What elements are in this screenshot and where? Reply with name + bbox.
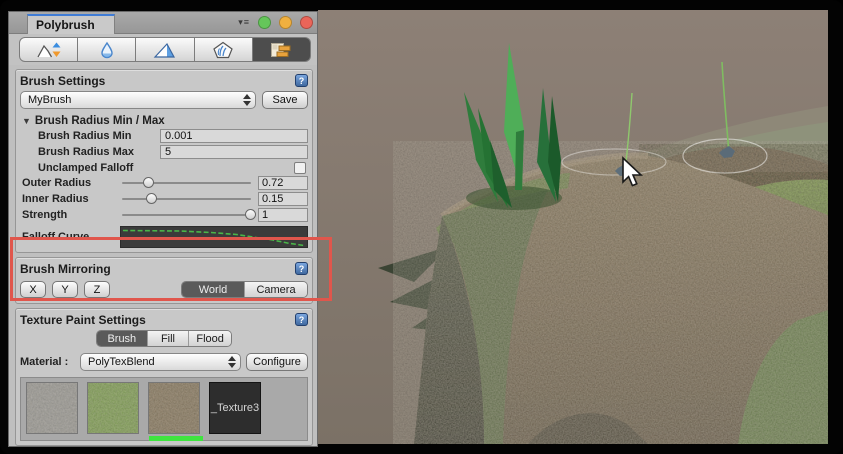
radius-max-label: Brush Radius Max: [20, 146, 160, 158]
brush-preset-dropdown[interactable]: MyBrush: [20, 91, 256, 109]
mirror-space-camera[interactable]: Camera: [244, 282, 307, 297]
brush-settings-section: Brush Settings ? MyBrush Save ▼ Brush Ra…: [15, 69, 313, 253]
help-icon[interactable]: ?: [295, 74, 308, 87]
texture-swatch-stone[interactable]: [26, 382, 78, 434]
mirror-space-toggle: World Camera: [181, 281, 308, 298]
brush-settings-title: Brush Settings: [20, 74, 295, 88]
radius-foldout-label: Brush Radius Min / Max: [35, 115, 165, 127]
texture3-label: _Texture3: [211, 402, 259, 414]
paint-triangle-icon: [152, 41, 178, 59]
outer-radius-label: Outer Radius: [20, 177, 120, 189]
slider-thumb[interactable]: [146, 193, 157, 204]
paint-mode-tabs: Brush Fill Flood: [96, 330, 232, 347]
mode-flood-tab[interactable]: Flood: [188, 331, 231, 346]
unclamped-falloff-label: Unclamped Falloff: [20, 162, 294, 174]
tool-paint-button[interactable]: [136, 37, 194, 62]
tool-smooth-button[interactable]: [78, 37, 136, 62]
radius-foldout[interactable]: ▼ Brush Radius Min / Max: [20, 113, 308, 128]
inner-radius-value[interactable]: 0.15: [258, 192, 308, 206]
texture-blend-icon: [268, 41, 294, 59]
falloff-curve-icon: [121, 227, 307, 247]
brush-mirroring-section: Brush Mirroring ? X Y Z World Camera: [15, 257, 313, 304]
window-button-yellow[interactable]: [279, 16, 292, 29]
falloff-curve-label: Falloff Curve: [20, 231, 120, 243]
sculpt-icon: [36, 41, 62, 59]
inner-radius-slider[interactable]: [122, 193, 251, 205]
polybrush-panel: Polybrush ▾≡: [8, 11, 318, 447]
mirror-space-world[interactable]: World: [182, 282, 244, 297]
help-icon[interactable]: ?: [295, 262, 308, 275]
material-dropdown[interactable]: PolyTexBlend: [80, 353, 241, 371]
unclamped-falloff-checkbox[interactable]: [294, 162, 306, 174]
outer-radius-slider[interactable]: [122, 177, 251, 189]
foldout-triangle-icon: ▼: [22, 116, 31, 126]
save-button[interactable]: Save: [262, 91, 308, 109]
texture-strength-bar: [149, 436, 203, 441]
popup-stepper-icon: [228, 356, 236, 368]
mode-fill-tab[interactable]: Fill: [147, 331, 189, 346]
tool-sculpt-button[interactable]: [19, 37, 78, 62]
tab-polybrush[interactable]: Polybrush: [27, 14, 115, 34]
strength-value[interactable]: 1: [258, 208, 308, 222]
material-label: Material :: [20, 356, 80, 368]
slider-thumb[interactable]: [143, 177, 154, 188]
mode-brush-tab[interactable]: Brush: [97, 331, 147, 346]
window-button-green[interactable]: [258, 16, 271, 29]
mirror-z-button[interactable]: Z: [84, 281, 110, 298]
outer-radius-value[interactable]: 0.72: [258, 176, 308, 190]
falloff-curve-preview[interactable]: [120, 226, 308, 248]
pentagon-grass-icon: [210, 41, 236, 59]
panel-titlebar: Polybrush ▾≡: [9, 12, 317, 34]
scene-viewport[interactable]: [318, 10, 828, 444]
radius-min-field[interactable]: 0.001: [160, 129, 308, 143]
tool-scatter-button[interactable]: [195, 37, 253, 62]
radius-max-field[interactable]: 5: [160, 145, 308, 159]
help-icon[interactable]: ?: [295, 313, 308, 326]
material-value: PolyTexBlend: [88, 356, 228, 368]
radius-min-label: Brush Radius Min: [20, 130, 160, 142]
mirror-y-button[interactable]: Y: [52, 281, 78, 298]
window-button-red[interactable]: [300, 16, 313, 29]
tool-texture-blend-button[interactable]: [253, 37, 311, 62]
texture-paint-title: Texture Paint Settings: [20, 313, 295, 327]
texture-swatch-dirt[interactable]: [148, 382, 200, 434]
brush-preset-value: MyBrush: [28, 94, 243, 106]
texture-paint-section: Texture Paint Settings ? Brush Fill Floo…: [15, 308, 313, 446]
inner-radius-label: Inner Radius: [20, 193, 120, 205]
strength-label: Strength: [20, 209, 120, 221]
droplet-icon: [94, 41, 120, 59]
texture-palette: _Texture3: [20, 377, 308, 441]
app-frame: Polybrush ▾≡: [0, 0, 843, 454]
pane-menu-icon[interactable]: ▾≡: [238, 17, 250, 28]
texture-swatch-texture3[interactable]: _Texture3: [209, 382, 261, 434]
brush-mirroring-title: Brush Mirroring: [20, 262, 295, 276]
texture-swatch-grass[interactable]: [87, 382, 139, 434]
mirror-x-button[interactable]: X: [20, 281, 46, 298]
popup-stepper-icon: [243, 94, 251, 106]
mode-toolbar: [9, 34, 317, 65]
strength-slider[interactable]: [122, 209, 251, 221]
slider-thumb[interactable]: [245, 209, 256, 220]
configure-button[interactable]: Configure: [246, 353, 308, 371]
